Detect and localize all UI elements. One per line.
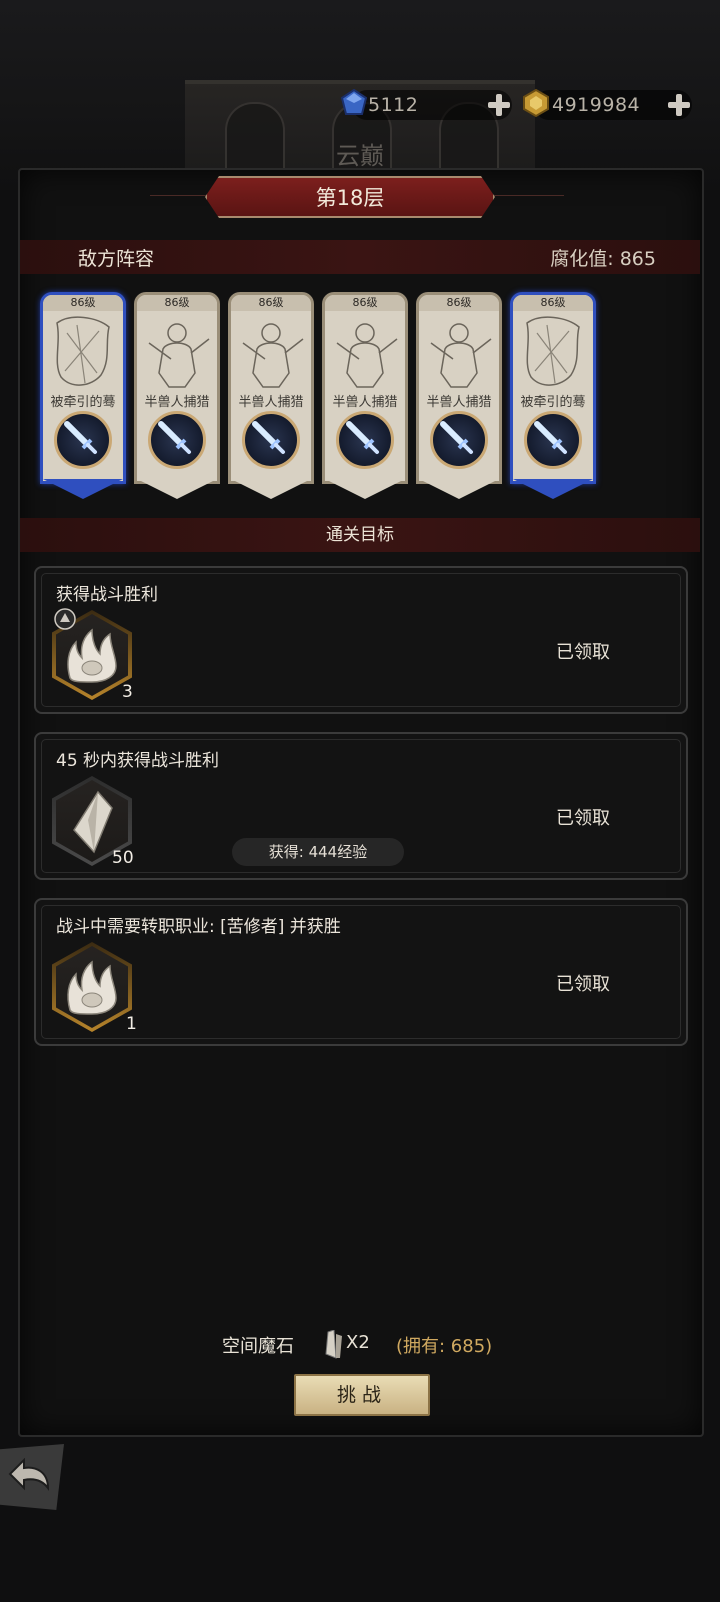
enemy-lineup-header: 敌方阵容 腐化值: 865 — [20, 240, 700, 274]
challenge-button[interactable]: 挑战 — [294, 1374, 430, 1416]
clear-goals-header: 通关目标 — [20, 518, 700, 552]
sword-icon — [64, 421, 97, 454]
enemy-level: 86级 — [137, 295, 217, 311]
exp-reward-pill: 获得: 444经验 — [232, 838, 404, 866]
goal-title: 战斗中需要转职职业: [苦修者] 并获胜 — [56, 917, 341, 937]
goal-card: 获得战斗胜利 3 已领取 — [34, 566, 688, 714]
claw-flame-icon — [67, 628, 117, 683]
enemy-lineup-label: 敌方阵容 — [78, 248, 155, 270]
blue-gem-icon — [340, 89, 368, 115]
floor-banner: 第18层 — [205, 176, 495, 218]
enemy-portrait — [526, 316, 580, 386]
enemy-card[interactable]: 86级半兽人捕猎 — [228, 292, 314, 499]
enemy-card[interactable]: 86级半兽人捕猎 — [322, 292, 408, 499]
sword-icon — [252, 421, 285, 454]
goal-card: 战斗中需要转职职业: [苦修者] 并获胜 1 已领取 — [34, 898, 688, 1046]
class-badge — [430, 411, 488, 469]
add-gold-plus-icon[interactable] — [666, 92, 692, 118]
sword-icon — [440, 421, 473, 454]
gold-coin-value: 4919984 — [552, 94, 641, 116]
gold-coin-counter: 4919984 — [523, 89, 692, 120]
owned-count: (拥有: 685) — [396, 1336, 493, 1357]
blue-gem-value: 5112 — [368, 94, 419, 116]
enemy-card[interactable]: 86级半兽人捕猎 — [416, 292, 502, 499]
goal-status: 已领取 — [556, 642, 610, 663]
class-badge — [336, 411, 394, 469]
reward-count: 1 — [126, 1014, 137, 1034]
enemy-level: 86级 — [43, 295, 123, 311]
enemy-level: 86级 — [513, 295, 593, 311]
enemy-portrait — [56, 316, 110, 386]
class-badge — [242, 411, 300, 469]
goal-status: 已领取 — [556, 808, 610, 829]
reward-count: 3 — [122, 682, 133, 702]
tower-title: 云巅 — [336, 142, 384, 170]
enemy-name: 半兽人捕猎 — [238, 395, 304, 410]
corruption-value: 腐化值: 865 — [550, 248, 656, 270]
goal-card: 45 秒内获得战斗胜利 50 获得: 444经验 已领取 — [34, 732, 688, 880]
enemy-name: 被牵引的蓦 — [50, 395, 116, 410]
enemy-name: 半兽人捕猎 — [426, 395, 492, 410]
enemy-name: 半兽人捕猎 — [332, 395, 398, 410]
back-arrow-icon — [8, 1458, 50, 1492]
floor-label: 第18层 — [315, 186, 385, 210]
enemy-level: 86级 — [231, 295, 311, 311]
reward-item[interactable] — [52, 942, 132, 1032]
goal-title: 获得战斗胜利 — [56, 585, 158, 605]
add-gems-plus-icon[interactable] — [486, 92, 512, 118]
enemy-name: 半兽人捕猎 — [144, 395, 210, 410]
sword-icon — [346, 421, 379, 454]
enemy-portrait — [148, 323, 210, 388]
sword-icon — [158, 421, 191, 454]
cost-quantity: X2 — [346, 1332, 370, 1353]
enemy-card[interactable]: 86级被牵引的蓦 — [40, 292, 126, 499]
goal-title: 45 秒内获得战斗胜利 — [56, 751, 220, 771]
sword-icon — [534, 421, 567, 454]
enemy-card[interactable]: 86级被牵引的蓦 — [510, 292, 596, 499]
bonus-x2-icon — [54, 608, 76, 630]
back-button[interactable] — [0, 1444, 64, 1510]
space-stone-icon — [325, 1330, 342, 1359]
crystal-shard-icon — [73, 790, 113, 854]
goal-status: 已领取 — [556, 974, 610, 995]
claw-flame-icon — [67, 960, 117, 1015]
enemy-name: 被牵引的蓦 — [520, 395, 586, 410]
enemy-portrait — [242, 323, 304, 388]
enemy-card[interactable]: 86级半兽人捕猎 — [134, 292, 220, 499]
enemy-level: 86级 — [325, 295, 405, 311]
class-badge — [54, 411, 112, 469]
blue-gem-counter: 5112 — [340, 89, 512, 120]
gold-coin-icon — [523, 89, 549, 117]
class-badge — [148, 411, 206, 469]
enemy-level: 86级 — [419, 295, 499, 311]
cost-label: 空间魔石 — [222, 1336, 294, 1357]
reward-count: 50 — [112, 848, 134, 868]
divider — [492, 195, 564, 196]
class-badge — [524, 411, 582, 469]
divider — [150, 195, 210, 196]
enemy-portrait — [430, 323, 492, 388]
enemy-portrait — [336, 323, 398, 388]
